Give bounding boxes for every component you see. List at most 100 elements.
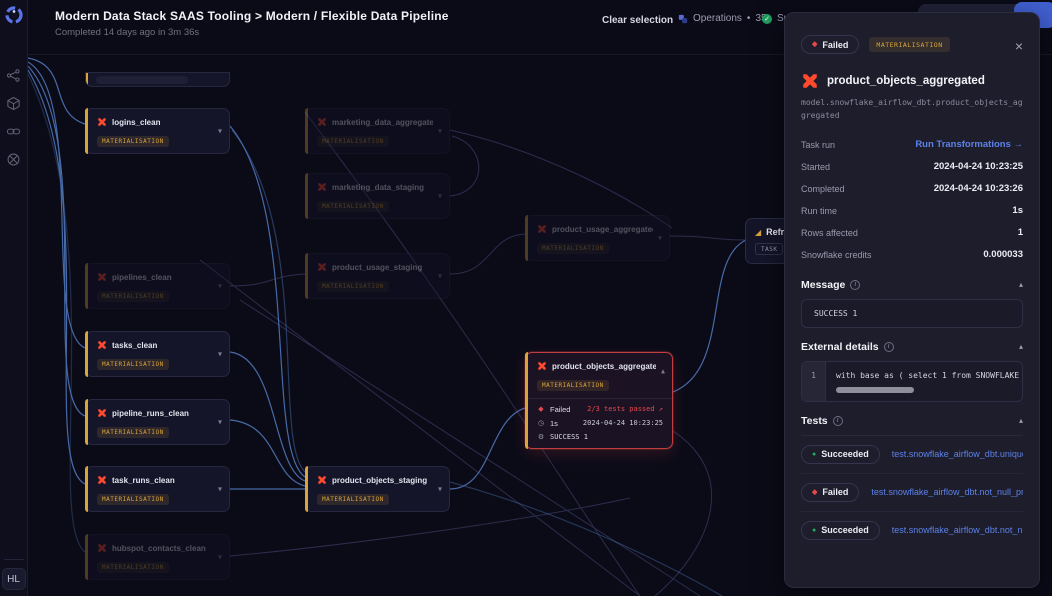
dag-node-hubspot-contacts-clean[interactable]: hubspot_contacts_clean MATERIALISATION ▾ <box>85 534 230 580</box>
dag-node-product-objects-staging[interactable]: product_objects_staging MATERIALISATION … <box>305 466 450 512</box>
field-row-rows-affected: Rows affected 1 <box>801 222 1023 244</box>
sidebar-divider <box>4 559 24 560</box>
chevron-down-icon[interactable]: ▾ <box>218 418 222 427</box>
chevron-down-icon[interactable]: ▾ <box>658 234 662 243</box>
dag-node-pipelines-clean[interactable]: pipelines_clean MATERIALISATION ▾ <box>85 263 230 309</box>
info-icon[interactable]: i <box>850 280 860 290</box>
operations-label: Operations <box>693 13 742 24</box>
materialisation-badge: MATERIALISATION <box>317 281 389 292</box>
message-section-title: Message <box>801 279 845 291</box>
dag-node-logins-clean[interactable]: logins_clean MATERIALISATION ▾ <box>85 108 230 154</box>
info-icon[interactable]: i <box>833 416 843 426</box>
tests-section-title: Tests <box>801 415 828 427</box>
node-label: pipeline_runs_clean <box>112 409 189 418</box>
dag-node-product-objects-aggregated-selected[interactable]: product_objects_aggregated ▴ MATERIALISA… <box>525 352 673 449</box>
collapse-icon[interactable]: ▴ <box>1019 280 1023 289</box>
node-stripe <box>305 173 308 219</box>
chevron-down-icon[interactable]: ▾ <box>218 127 222 136</box>
chevron-down-icon[interactable]: ▾ <box>218 282 222 291</box>
chevron-down-icon[interactable]: ▾ <box>438 192 442 201</box>
node-label: marketing_data_staging <box>332 183 424 192</box>
field-row-completed: Completed 2024-04-24 10:23:26 <box>801 178 1023 200</box>
test-link[interactable]: test.snowflake_airflow_dbt.not_null_pr <box>871 487 1023 497</box>
app-root: HL Modern Data Stack SAAS Tooling > Mode… <box>0 0 1052 596</box>
sidebar: HL <box>0 0 28 596</box>
user-avatar[interactable]: HL <box>2 568 26 590</box>
test-link[interactable]: test.snowflake_airflow_dbt.unique_pro <box>892 449 1023 459</box>
horizontal-scrollbar[interactable] <box>836 387 914 393</box>
node-runtime-row: ◷ 1s 2024-04-24 10:23:25 <box>526 416 672 430</box>
dag-node-tasks-clean[interactable]: tasks_clean MATERIALISATION ▾ <box>85 331 230 377</box>
test-link[interactable]: test.snowflake_airflow_dbt.not_null_pr <box>892 525 1023 535</box>
run-transformations-link[interactable]: Run Transformations → <box>915 139 1023 150</box>
chevron-down-icon[interactable]: ▾ <box>438 485 442 494</box>
failed-diamond-icon: ◆ <box>812 41 817 48</box>
dbt-icon <box>537 361 547 371</box>
collapse-icon[interactable]: ▴ <box>661 367 665 376</box>
dag-node-marketing-data-aggregated[interactable]: marketing_data_aggregated MATERIALISATIO… <box>305 108 450 154</box>
dbt-icon <box>97 408 107 418</box>
node-stripe <box>305 108 308 154</box>
dag-node-product-usage-staging[interactable]: product_usage_staging MATERIALISATION ▾ <box>305 253 450 299</box>
success-check-icon: ✓ <box>762 14 772 24</box>
dag-node-product-usage-aggregated[interactable]: product_usage_aggregated MATERIALISATION… <box>525 215 670 261</box>
materialisation-badge: MATERIALISATION <box>97 136 169 147</box>
dbt-icon <box>317 475 327 485</box>
node-status-label: Failed <box>550 405 570 414</box>
node-runtime: 1s <box>550 419 558 428</box>
dag-node-task-runs-clean[interactable]: task_runs_clean MATERIALISATION ▾ <box>85 466 230 512</box>
panel-title: product_objects_aggregated <box>827 75 985 87</box>
info-icon[interactable]: i <box>884 342 894 352</box>
dag-node-partial[interactable] <box>85 72 230 87</box>
node-label: product_usage_staging <box>332 263 422 272</box>
test-row: ● Succeeded test.snowflake_airflow_dbt.u… <box>801 436 1023 474</box>
task-logo-icon: ◢ <box>755 228 761 237</box>
settings-wheel-icon[interactable] <box>6 152 21 167</box>
chevron-down-icon[interactable]: ▾ <box>218 350 222 359</box>
failed-diamond-icon: ◆ <box>537 405 545 413</box>
operations-counter[interactable]: Operations • 35 <box>678 13 767 24</box>
panel-model-path: model.snowflake_airflow_dbt.product_obje… <box>801 97 1025 123</box>
node-stripe <box>85 108 88 154</box>
node-status-row: ◆ Failed 2/3 tests passed ↗ <box>526 402 672 416</box>
dag-node-pipeline-runs-clean[interactable]: pipeline_runs_clean MATERIALISATION ▾ <box>85 399 230 445</box>
materialisation-badge: MATERIALISATION <box>317 494 389 505</box>
node-label: task_runs_clean <box>112 476 175 485</box>
chevron-down-icon[interactable]: ▾ <box>438 272 442 281</box>
close-icon[interactable]: × <box>1015 39 1023 53</box>
dbt-icon <box>97 340 107 350</box>
pipelines-graph-icon[interactable] <box>6 68 21 83</box>
test-row: ● Succeeded test.snowflake_airflow_dbt.n… <box>801 512 1023 549</box>
message-section: Message i ▴ SUCCESS 1 <box>801 279 1023 328</box>
chevron-down-icon[interactable]: ▾ <box>438 127 442 136</box>
integrations-link-icon[interactable] <box>6 124 21 139</box>
materialisation-badge: MATERIALISATION <box>97 562 169 573</box>
app-logo-icon[interactable] <box>5 6 23 24</box>
tests-summary-link[interactable]: 2/3 tests passed ↗ <box>587 405 663 413</box>
dag-node-marketing-data-staging[interactable]: marketing_data_staging MATERIALISATION ▾ <box>305 173 450 219</box>
materialisation-badge: MATERIALISATION <box>317 201 389 212</box>
node-stripe <box>85 534 88 580</box>
collapse-icon[interactable]: ▴ <box>1019 342 1023 351</box>
chevron-down-icon[interactable]: ▾ <box>218 553 222 562</box>
dbt-icon <box>97 543 107 553</box>
dbt-icon <box>537 224 547 234</box>
task-badge: TASK <box>755 243 783 255</box>
chevron-down-icon[interactable]: ▾ <box>218 485 222 494</box>
dbt-icon <box>97 272 107 282</box>
test-status-badge: ● Succeeded <box>801 445 880 464</box>
clear-selection-button[interactable]: Clear selection <box>602 15 673 26</box>
node-label: product_objects_aggregated <box>552 362 656 371</box>
tests-section: Tests i ▴ ● Succeeded test.snowflake_air… <box>801 415 1023 549</box>
products-cube-icon[interactable] <box>6 96 21 111</box>
materialisation-badge: MATERIALISATION <box>317 136 389 147</box>
dbt-icon <box>97 475 107 485</box>
materialisation-badge: MATERIALISATION <box>537 380 609 391</box>
dbt-icon <box>317 262 327 272</box>
field-row-started: Started 2024-04-24 10:23:25 <box>801 156 1023 178</box>
field-row-task-run: Task run Run Transformations → <box>801 134 1023 156</box>
message-content: SUCCESS 1 <box>801 299 1023 328</box>
node-label: logins_clean <box>112 118 160 127</box>
collapse-icon[interactable]: ▴ <box>1019 416 1023 425</box>
breadcrumb-title: Modern Data Stack SAAS Tooling > Modern … <box>55 9 449 23</box>
